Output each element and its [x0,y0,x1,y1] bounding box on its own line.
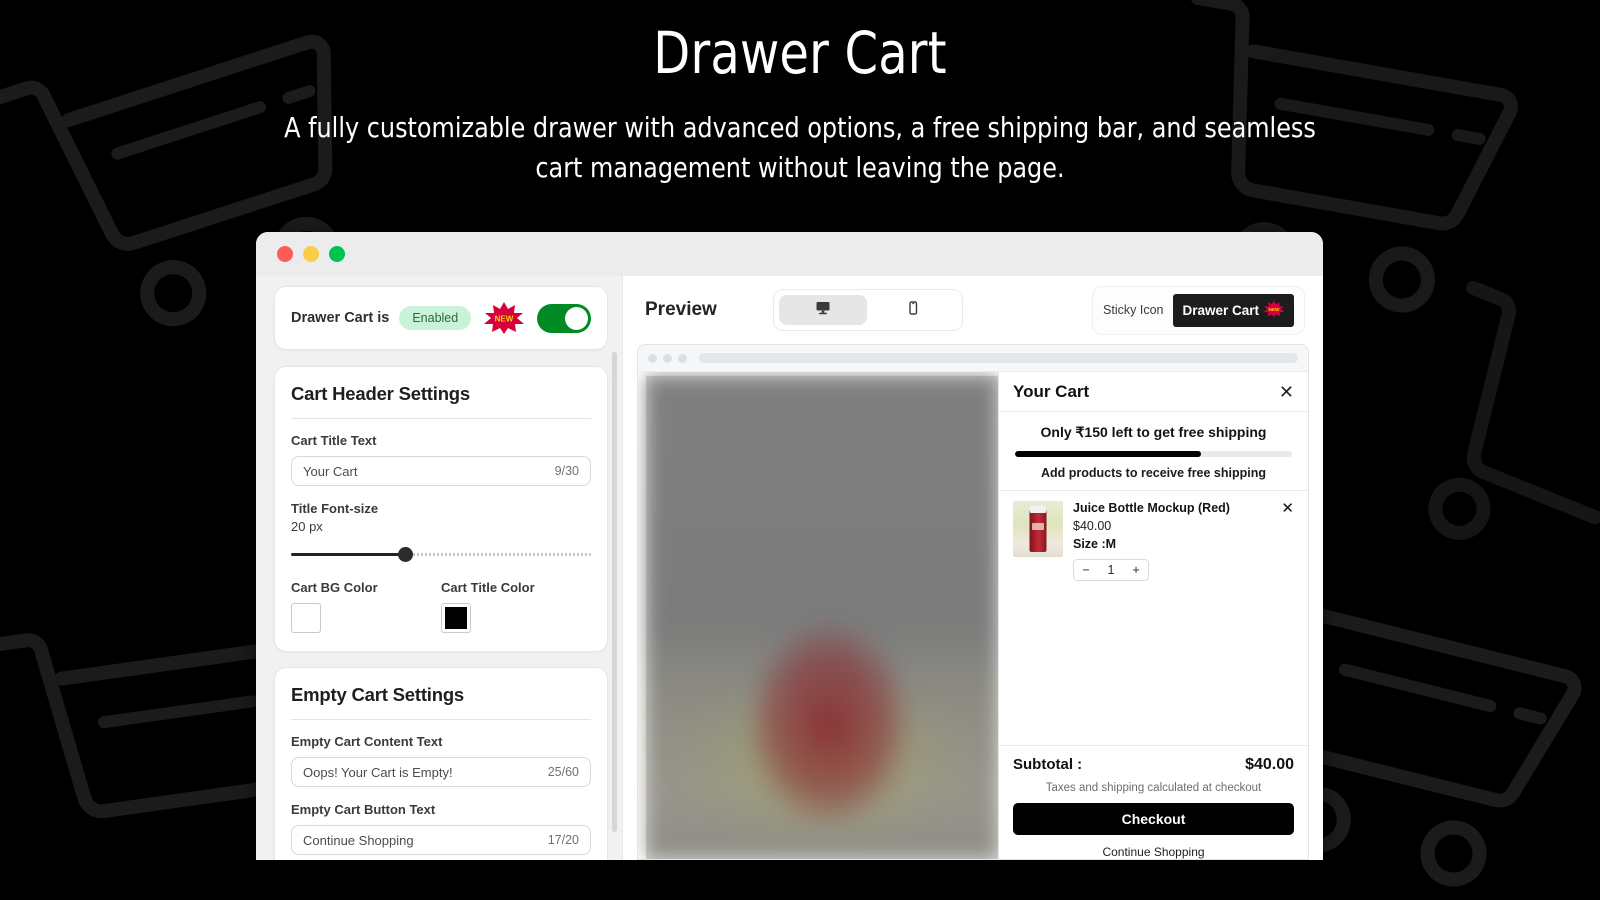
empty-cart-content-value: Oops! Your Cart is Empty! [303,765,453,780]
browser-viewport: Your Cart ✕ Only ₹150 left to get free s… [638,372,1308,859]
cart-bg-color-swatch[interactable] [291,603,321,633]
storefront-page [638,372,998,859]
quantity-increase-button[interactable]: + [1124,560,1148,580]
cart-items-list: Juice Bottle Mockup (Red) $40.00 Size :M… [999,491,1308,745]
slider-handle[interactable] [398,547,413,562]
drawer-footer: Subtotal : $40.00 Taxes and shipping cal… [999,745,1308,859]
checkout-button[interactable]: Checkout [1013,803,1294,835]
product-thumbnail[interactable] [1013,501,1063,557]
cart-title-text-input[interactable]: Your Cart 9/30 [291,456,591,486]
title-font-size-value: 20 px [291,519,591,534]
device-toggle-mobile[interactable] [869,295,957,325]
app-body: Drawer Cart is Enabled NEW Cart Header S… [256,276,1323,860]
window-minimize-button[interactable] [303,246,319,262]
quantity-decrease-button[interactable]: − [1074,560,1098,580]
browser-mock: Your Cart ✕ Only ₹150 left to get free s… [637,344,1309,860]
close-icon[interactable]: ✕ [1279,383,1294,401]
preview-title: Preview [645,299,717,321]
window-zoom-button[interactable] [329,246,345,262]
settings-panel: Drawer Cart is Enabled NEW Cart Header S… [256,276,622,860]
sticky-icon-label: Sticky Icon [1103,303,1163,317]
slider-track [405,553,591,556]
divider [291,418,591,419]
color-settings-row: Cart BG Color Cart Title Color [291,580,591,633]
drawer-cart-status-label: Drawer Cart is [291,310,389,326]
empty-cart-button-label: Empty Cart Button Text [291,802,591,817]
empty-cart-settings-card: Empty Cart Settings Empty Cart Content T… [274,667,608,860]
browser-close-dot [648,354,657,363]
cart-header-settings-title: Cart Header Settings [291,383,591,405]
cart-header-settings-card: Cart Header Settings Cart Title Text You… [274,366,608,652]
drawer-title: Your Cart [1013,382,1089,402]
empty-cart-button-counter: 17/20 [548,833,579,847]
cart-title-color-group: Cart Title Color [441,580,591,633]
empty-cart-content-label: Empty Cart Content Text [291,734,591,749]
desktop-icon [815,300,831,321]
empty-cart-button-value: Continue Shopping [303,833,414,848]
cart-title-color-label: Cart Title Color [441,580,591,595]
browser-minimize-dot [663,354,672,363]
quantity-stepper[interactable]: − 1 + [1073,559,1149,581]
browser-address-bar[interactable] [699,353,1298,363]
slider-fill [291,553,405,556]
empty-cart-button-input[interactable]: Continue Shopping 17/20 [291,825,591,855]
remove-item-icon[interactable]: ✕ [1275,501,1294,581]
list-item: Juice Bottle Mockup (Red) $40.00 Size :M… [1013,501,1294,581]
drawer-header: Your Cart ✕ [999,372,1308,412]
new-starburst-icon: NEW [483,301,525,335]
continue-shopping-link[interactable]: Continue Shopping [1013,845,1294,859]
svg-text:NEW: NEW [495,315,514,324]
window-close-button[interactable] [277,246,293,262]
sticky-icon-chip[interactable]: Drawer Cart NEW [1173,294,1294,327]
app-window: Drawer Cart is Enabled NEW Cart Header S… [256,232,1323,860]
drawer-cart-toggle[interactable] [537,304,591,333]
page-overlay-dim [646,376,998,859]
free-shipping-note: Add products to receive free shipping [1013,466,1294,480]
svg-text:NEW: NEW [1269,307,1281,312]
page-title: Drawer Cart [64,22,1536,86]
sticky-chip-text: Drawer Cart [1182,303,1259,318]
quantity-value: 1 [1098,560,1124,580]
subtotal-label: Subtotal : [1013,756,1082,773]
page-root: Drawer Cart A fully customizable drawer … [0,0,1600,900]
free-shipping-headline: Only ₹150 left to get free shipping [1013,424,1294,441]
cart-bg-color-label: Cart BG Color [291,580,441,595]
free-shipping-bar: Only ₹150 left to get free shipping Add … [999,412,1308,491]
mobile-icon [905,300,921,321]
cart-title-color-swatch[interactable] [441,603,471,633]
sticky-icon-control: Sticky Icon Drawer Cart NEW [1092,286,1305,335]
subtotal-row: Subtotal : $40.00 [1013,756,1294,774]
cart-title-text-label: Cart Title Text [291,433,591,448]
window-titlebar [256,232,1323,276]
page-subtitle: A fully customizable drawer with advance… [282,108,1318,189]
free-shipping-progress [1015,451,1292,457]
preview-header: Preview [637,276,1309,344]
empty-cart-settings-title: Empty Cart Settings [291,684,591,706]
empty-cart-content-counter: 25/60 [548,765,579,779]
browser-zoom-dot [678,354,687,363]
new-starburst-icon: NEW [1263,300,1285,321]
device-toggle-group [773,289,963,331]
cart-title-text-value: Your Cart [303,464,357,479]
settings-panel-scrollbar[interactable] [612,352,617,832]
drawer-cart-status-card: Drawer Cart is Enabled NEW [274,286,608,350]
preview-panel: Preview [622,276,1323,860]
cart-item-details: Juice Bottle Mockup (Red) $40.00 Size :M… [1073,501,1265,581]
tax-note: Taxes and shipping calculated at checkou… [1013,782,1294,794]
hero-section: Drawer Cart A fully customizable drawer … [0,22,1600,189]
cart-item-price: $40.00 [1073,519,1265,533]
status-badge: Enabled [399,306,471,330]
cart-item-name: Juice Bottle Mockup (Red) [1073,501,1265,515]
drawer-cart: Your Cart ✕ Only ₹150 left to get free s… [998,372,1308,859]
divider [291,719,591,720]
cart-item-variant: Size :M [1073,537,1265,551]
empty-cart-content-input[interactable]: Oops! Your Cart is Empty! 25/60 [291,757,591,787]
title-font-size-label: Title Font-size [291,501,591,516]
title-font-size-slider[interactable] [291,548,591,562]
cart-title-text-counter: 9/30 [555,464,579,478]
subtotal-value: $40.00 [1245,756,1294,774]
device-toggle-desktop[interactable] [779,295,867,325]
cart-bg-color-group: Cart BG Color [291,580,441,633]
browser-toolbar [638,345,1308,372]
